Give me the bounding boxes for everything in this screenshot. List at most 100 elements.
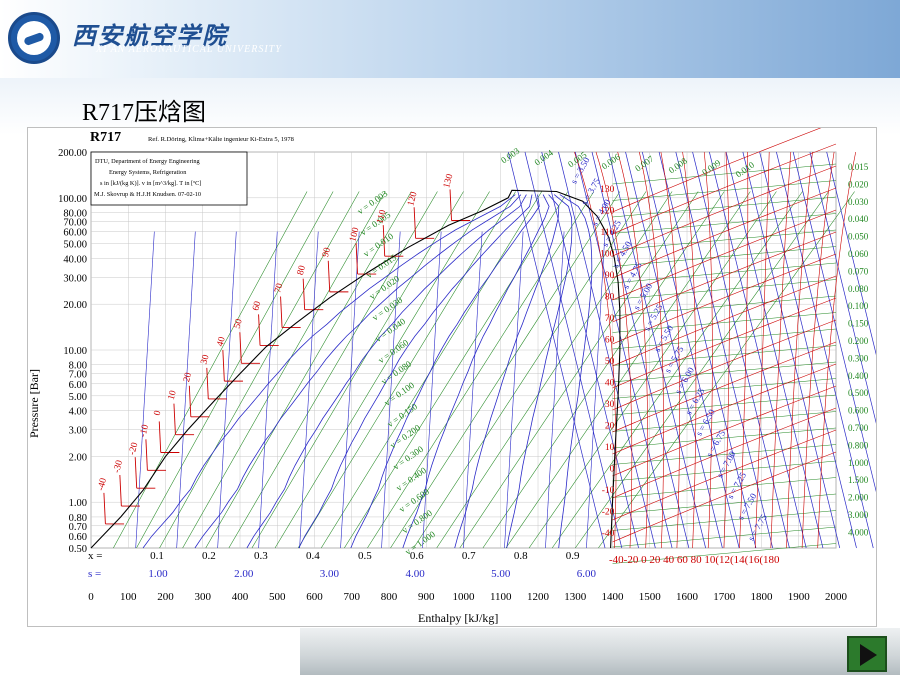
volume-right-label: 0.060 [848,249,869,259]
x-tick-label: 100 [120,591,137,603]
y-tick-label: 100.00 [58,194,87,205]
entropy-line [135,231,155,549]
isotherm-segment [188,385,192,417]
x-tick-label: 1200 [527,591,550,603]
isotherm-label: 120 [406,191,419,208]
y-tick-label: 2.00 [69,452,87,463]
x-tick-label: 1800 [751,591,774,603]
info-line-3: s in [kJ/(kg K)]. v in [m^3/kg]. T in [º… [100,180,201,187]
volume-right-label: 4.000 [848,527,869,537]
volume-right-label: 0.400 [848,371,869,381]
quality-label: 0.1 [150,550,164,562]
isotherm-vapor-label: 20 [605,422,615,432]
isotherm-label: 10 [167,389,179,401]
quality-label: 0.8 [514,550,528,562]
x-tick-label: 1000 [453,591,476,603]
y-tick-label: 30.00 [63,273,87,284]
volume-right-label: 0.800 [848,440,869,450]
volume-right-label: 3.000 [848,510,869,520]
isotherm-vapor-label: 110 [600,228,614,238]
isotherm-label: 40 [216,336,228,348]
ph-chart: 0 100 200 300 400 500 600 700 800 900 1000 1100 1200… [27,121,900,627]
isotherm-vapor-label: 60 [605,336,615,346]
quality-label: 0.7 [462,550,476,562]
volume-right-label: 0.150 [848,319,869,329]
next-arrow-icon [860,644,877,666]
isotherm-label: 20 [182,371,194,383]
y-tick-label: 5.00 [69,392,87,403]
isotherm-segment [449,189,452,221]
entropy-line [422,231,442,549]
y-tick-label: 200.00 [58,148,87,159]
y-tick-label: 0.50 [69,544,87,555]
volume-right-label: 2.000 [848,493,869,503]
volume-top-label: 0.008 [667,155,690,175]
x-tick-label: 1900 [788,591,811,603]
isotherm-label: 100 [348,226,361,243]
isotherm-segment [103,492,106,524]
x-tick-label: 900 [418,591,435,603]
y-tick-label: 3.00 [69,426,87,437]
isotherm-label: 80 [296,264,308,276]
entropy-line [217,231,237,549]
x-tick-label: 700 [344,591,361,603]
entropy-label: s = 7.75 [746,512,769,542]
y-tick-label: 4.00 [69,407,87,418]
isotherm-vapor-label: 70 [605,314,615,324]
volume-line [136,191,334,549]
isotherm-vapor-label: 40 [605,379,615,389]
isotherm-label: 110 [375,209,388,225]
volume-line [528,191,777,549]
entropy-line [340,231,360,549]
x-axis-label: Enthalpy [kJ/kg] [418,611,498,625]
entropy-label: s = 6.00 [673,365,696,395]
isotherm-label: 30 [200,353,212,365]
volume-right-label: 0.100 [848,301,869,311]
isotherm-label: 70 [273,282,285,294]
y-tick-label: 60.00 [63,228,87,239]
volume-right-label: 0.080 [848,284,869,294]
next-slide-button[interactable] [847,636,887,672]
isotherm-vapor-label: 90 [605,271,615,281]
isotherm-segment [134,457,138,489]
x-tick-label: 1400 [602,591,625,603]
isotherm-label: 90 [321,246,333,258]
isotherm-vapor-label: 10 [605,443,615,453]
entropy-value-label: 5.00 [491,568,511,580]
y-tick-label: 10.00 [63,346,87,357]
x-tick-label: 200 [157,591,174,603]
quality-line [142,194,516,549]
info-line-4: M.J. Skovrup & H.J.H Knudsen. 07-02-10 [94,191,201,198]
isotherm-label: 50 [233,318,245,330]
x-tick-label: 1700 [713,591,736,603]
volume-top-label: 0.006 [600,151,623,171]
entropy-line [463,231,483,549]
quality-label: 0.2 [202,550,216,562]
y-tick-label: 0.60 [69,532,87,543]
x-tick-label: 600 [306,591,323,603]
volume-right-label: 0.030 [848,197,869,207]
ph-chart-svg: 0 100 200 300 400 500 600 700 800 900 1000 1100 1200… [27,121,900,625]
volume-right-label: 1.000 [848,458,869,468]
isotherm-segment [158,421,162,453]
info-line-1: DTU, Department of Energy Engineering [95,158,200,165]
isotherm-label: -20 [128,441,141,456]
isotherm-vapor-label: 130 [600,185,615,195]
volume-right-label: 0.040 [848,214,869,224]
university-logo [8,12,60,64]
x-tick-label: 500 [269,591,286,603]
isotherm-vapor-label: 100 [600,250,615,260]
entropy-value-label: 1.00 [148,568,168,580]
isotherm-label: 60 [251,300,263,312]
x-tick-label: 400 [232,591,249,603]
isotherm-segment [173,403,176,435]
quality-label: 0.4 [306,550,320,562]
entropy-value-label: 4.00 [405,568,425,580]
isotherm-bottom-labels: -40-20 0 20 40 60 80 10(12(14(16(180 [609,554,780,566]
y-tick-label: 6.00 [69,380,87,391]
entropy-label: s = 5.50 [652,323,675,353]
volume-right-label: 0.070 [848,266,869,276]
volume-right-label: 1.500 [848,475,869,485]
isotherm-segment [258,314,261,346]
isotherm-segment [280,296,283,328]
